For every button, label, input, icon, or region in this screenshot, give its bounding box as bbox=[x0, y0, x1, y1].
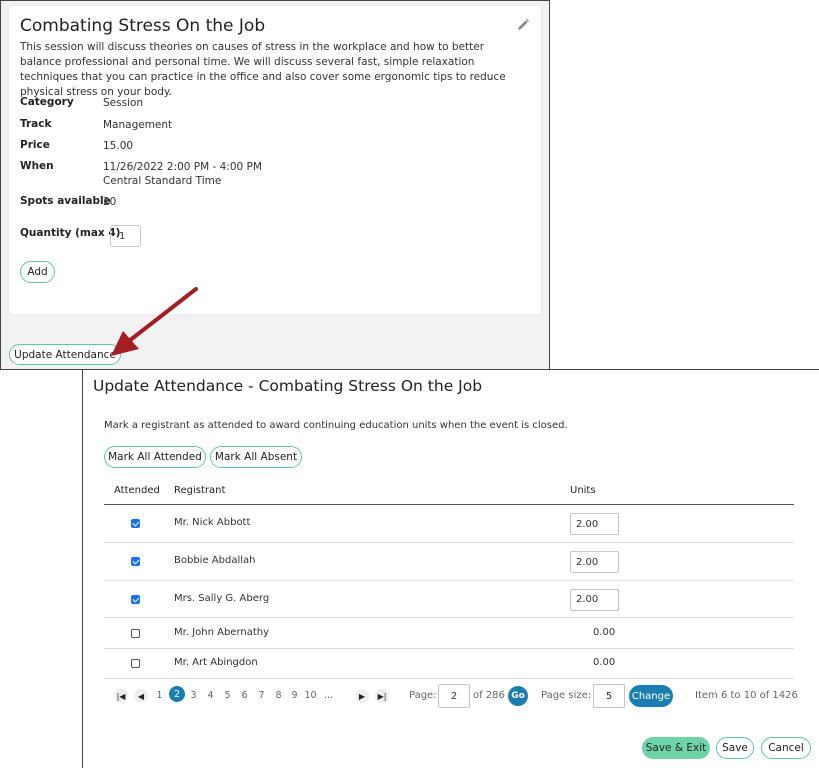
page-number-value: 2 bbox=[450, 690, 458, 702]
registrant-name: Mrs. Sally G. Aberg bbox=[174, 592, 270, 604]
change-page-size-button[interactable]: Change bbox=[629, 685, 673, 707]
price-label: Price bbox=[20, 139, 50, 151]
registrant-name: Mr. John Abernathy bbox=[174, 626, 270, 638]
page-count: of 286 bbox=[473, 690, 505, 701]
first-page-icon: |◀ bbox=[116, 691, 126, 701]
attended-checkbox[interactable] bbox=[131, 628, 140, 638]
page-link-6[interactable]: 6 bbox=[237, 687, 252, 704]
last-page-button[interactable]: ▶| bbox=[375, 689, 389, 703]
session-title: Combating Stress On the Job bbox=[20, 16, 266, 36]
mark-all-absent-button[interactable]: Mark All Absent bbox=[210, 446, 302, 468]
table-row: Mr. John Abernathy 0.00 bbox=[104, 618, 794, 649]
units-value: 0.00 bbox=[593, 657, 616, 668]
attended-checkbox[interactable] bbox=[131, 659, 140, 668]
table-row: Mrs. Sally G. Aberg 2.00 bbox=[104, 581, 794, 618]
go-button[interactable]: Go bbox=[508, 686, 528, 706]
dialog-intro: Mark a registrant as attended to award c… bbox=[104, 420, 568, 431]
track-label: Track bbox=[20, 118, 52, 130]
table-row: Mr. Art Abingdon 0.00 bbox=[104, 649, 794, 679]
registrant-name: Bobbie Abdallah bbox=[174, 555, 256, 566]
table-row: Bobbie Abdallah 2.00 bbox=[104, 543, 794, 581]
prev-page-button[interactable]: ◀ bbox=[134, 689, 148, 703]
quantity-label: Quantity (max 4) bbox=[20, 227, 121, 239]
session-panel: Combating Stress On the Job This session… bbox=[0, 0, 550, 370]
item-range-info: Item 6 to 10 of 1426 bbox=[695, 690, 798, 701]
units-input[interactable]: 2.00 bbox=[570, 551, 619, 573]
when-label: When bbox=[20, 160, 54, 172]
units-input[interactable]: 2.00 bbox=[570, 513, 619, 535]
page-size-value: 5 bbox=[605, 690, 613, 702]
category-label: Category bbox=[20, 96, 74, 108]
page-link-3[interactable]: 3 bbox=[186, 687, 201, 704]
prev-page-icon: ◀ bbox=[137, 691, 145, 701]
track-value: Management bbox=[103, 119, 173, 131]
page-size-label: Page size: bbox=[541, 690, 592, 701]
dialog-title: Update Attendance - Combating Stress On … bbox=[93, 377, 483, 395]
update-attendance-button[interactable]: Update Attendance bbox=[9, 344, 121, 365]
quantity-input[interactable]: 1 bbox=[110, 225, 141, 247]
page-link-2[interactable]: 2 bbox=[169, 686, 185, 702]
next-page-icon: ▶ bbox=[358, 691, 366, 701]
page-link-1[interactable]: 1 bbox=[152, 687, 167, 704]
column-header-attended: Attended bbox=[114, 485, 160, 496]
attended-checkbox[interactable] bbox=[131, 557, 140, 566]
pager: |◀ ◀ 1 2 3 4 5 6 7 8 9 10... ▶ ▶| Page: 2 of 286 … bbox=[83, 684, 819, 708]
session-card: Combating Stress On the Job This session… bbox=[9, 6, 541, 314]
spots-label: Spots available bbox=[20, 195, 111, 207]
registrant-name: Mr. Art Abingdon bbox=[174, 657, 258, 668]
page-link-4[interactable]: 4 bbox=[203, 687, 218, 704]
page-link-7[interactable]: 7 bbox=[254, 687, 269, 704]
page-link-more[interactable]: ... bbox=[321, 687, 336, 704]
column-header-units: Units bbox=[570, 485, 596, 496]
mark-all-attended-button[interactable]: Mark All Attended bbox=[104, 446, 206, 468]
page-number-input[interactable]: 2 bbox=[438, 684, 470, 708]
page-label: Page: bbox=[409, 690, 437, 701]
price-value: 15.00 bbox=[103, 140, 134, 152]
page-link-5[interactable]: 5 bbox=[220, 687, 235, 704]
units-input[interactable]: 2.00 bbox=[570, 588, 619, 611]
last-page-icon: ▶| bbox=[377, 691, 387, 701]
save-and-exit-button[interactable]: Save & Exit bbox=[642, 737, 710, 759]
attended-checkbox[interactable] bbox=[131, 519, 140, 528]
page-size-input[interactable]: 5 bbox=[593, 684, 625, 708]
quantity-value: 1 bbox=[119, 231, 126, 242]
page-link-10[interactable]: 10 bbox=[303, 687, 318, 704]
update-attendance-dialog: Update Attendance - Combating Stress On … bbox=[82, 369, 819, 768]
table-row: Mr. Nick Abbott 2.00 bbox=[104, 505, 794, 543]
spots-value: 20 bbox=[103, 196, 117, 208]
save-button[interactable]: Save bbox=[716, 737, 754, 759]
next-page-button[interactable]: ▶ bbox=[355, 689, 369, 703]
attended-checkbox[interactable] bbox=[131, 594, 140, 604]
add-button[interactable]: Add bbox=[20, 261, 55, 283]
page-link-9[interactable]: 9 bbox=[287, 687, 302, 704]
units-value: 0.00 bbox=[593, 626, 616, 638]
session-description: This session will discuss theories on ca… bbox=[20, 41, 506, 98]
pencil-icon[interactable] bbox=[516, 18, 530, 32]
registrant-name: Mr. Nick Abbott bbox=[174, 517, 251, 528]
first-page-button[interactable]: |◀ bbox=[114, 689, 128, 703]
page-link-8[interactable]: 8 bbox=[271, 687, 286, 704]
when-timezone: Central Standard Time bbox=[103, 175, 222, 187]
category-value: Session bbox=[103, 97, 144, 109]
cancel-button[interactable]: Cancel bbox=[761, 737, 811, 759]
when-value: 11/26/2022 2:00 PM - 4:00 PM bbox=[103, 161, 262, 173]
column-header-registrant: Registrant bbox=[174, 485, 226, 496]
